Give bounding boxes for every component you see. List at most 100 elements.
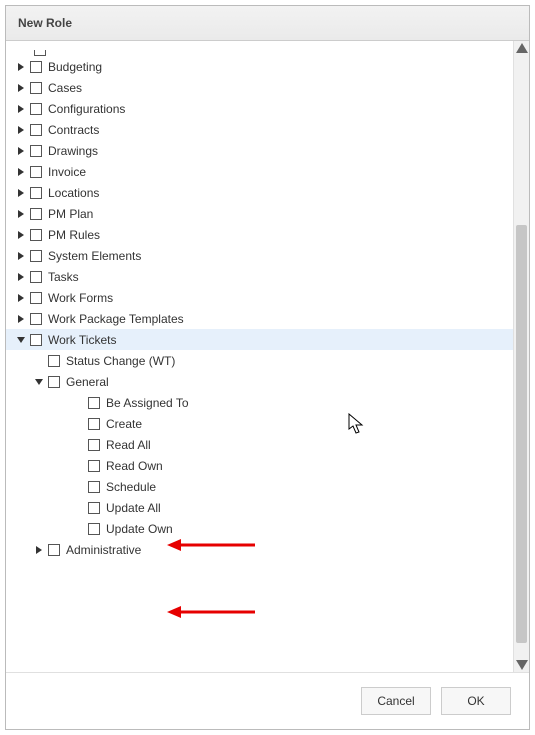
expand-icon[interactable] (16, 104, 26, 114)
tree-item[interactable]: PM Plan (6, 203, 513, 224)
tree-item-label: Update Own (106, 522, 173, 536)
tree-item[interactable]: Contracts (6, 119, 513, 140)
checkbox-icon[interactable] (30, 145, 42, 157)
tree-item-label: Work Package Templates (48, 312, 184, 326)
tree-item-label: System Elements (48, 249, 141, 263)
checkbox-icon[interactable] (30, 208, 42, 220)
checkbox-icon[interactable] (48, 355, 60, 367)
tree-item-label: Invoice (48, 165, 86, 179)
checkbox-icon[interactable] (30, 313, 42, 325)
checkbox-icon[interactable] (48, 544, 60, 556)
checkbox-icon[interactable] (30, 187, 42, 199)
scroll-up-button[interactable] (514, 41, 529, 57)
tree-item[interactable]: Invoice (6, 161, 513, 182)
tree-item[interactable]: Update All (6, 497, 513, 518)
checkbox-icon[interactable] (30, 271, 42, 283)
tree-item[interactable]: PM Rules (6, 224, 513, 245)
expand-icon[interactable] (16, 272, 26, 282)
tree-item[interactable]: Read Own (6, 455, 513, 476)
tree-item-label: Contracts (48, 123, 99, 137)
tree-item-label: Status Change (WT) (66, 354, 175, 368)
tree-item-label: Be Assigned To (106, 396, 189, 410)
tree-item-label: Work Tickets (48, 333, 116, 347)
tree-item[interactable]: Update Own (6, 518, 513, 539)
expand-icon[interactable] (16, 188, 26, 198)
checkbox-icon[interactable] (34, 50, 46, 56)
new-role-dialog: New Role Budgeting Cases Configurations Con… (5, 5, 530, 730)
tree-item[interactable]: Cases (6, 77, 513, 98)
tree-item-label: Locations (48, 186, 99, 200)
tree-item[interactable]: Drawings (6, 140, 513, 161)
tree-item-label: PM Rules (48, 228, 100, 242)
tree-item-label: Cases (48, 81, 82, 95)
cancel-button[interactable]: Cancel (361, 687, 431, 715)
collapse-icon[interactable] (34, 377, 44, 387)
permission-tree: Budgeting Cases Configurations Contracts Dra… (6, 41, 513, 672)
expand-icon[interactable] (16, 83, 26, 93)
expand-icon[interactable] (16, 293, 26, 303)
checkbox-icon[interactable] (30, 103, 42, 115)
checkbox-icon[interactable] (30, 82, 42, 94)
checkbox-icon[interactable] (30, 229, 42, 241)
tree-item-label: Read All (106, 438, 151, 452)
checkbox-icon[interactable] (48, 376, 60, 388)
tree-item-label: Administrative (66, 543, 141, 557)
expand-icon[interactable] (16, 146, 26, 156)
scroll-down-button[interactable] (514, 656, 529, 672)
dialog-footer: Cancel OK (6, 672, 529, 729)
tree-item[interactable]: Schedule (6, 476, 513, 497)
dialog-title: New Role (6, 6, 529, 41)
tree-item-label: Budgeting (48, 60, 102, 74)
tree-item[interactable]: Administrative (6, 539, 513, 560)
tree-item[interactable]: Budgeting (6, 56, 513, 77)
checkbox-icon[interactable] (88, 418, 100, 430)
tree-item-label: PM Plan (48, 207, 93, 221)
tree-item[interactable]: System Elements (6, 245, 513, 266)
tree-item-label: Create (106, 417, 142, 431)
tree-item-partial[interactable] (6, 47, 513, 56)
tree-item-label: Schedule (106, 480, 156, 494)
checkbox-icon[interactable] (88, 460, 100, 472)
ok-button[interactable]: OK (441, 687, 511, 715)
tree-item[interactable]: Status Change (WT) (6, 350, 513, 371)
expand-icon[interactable] (16, 62, 26, 72)
expand-icon[interactable] (16, 167, 26, 177)
tree-item[interactable]: Work Forms (6, 287, 513, 308)
scrollbar-thumb[interactable] (516, 225, 527, 643)
tree-item-label: Configurations (48, 102, 125, 116)
scrollbar[interactable] (513, 41, 529, 672)
tree-item-label: Drawings (48, 144, 98, 158)
expand-icon[interactable] (16, 125, 26, 135)
tree-item[interactable]: General (6, 371, 513, 392)
tree-item[interactable]: Locations (6, 182, 513, 203)
tree-item-label: Update All (106, 501, 161, 515)
tree-item[interactable]: Work Tickets (6, 329, 513, 350)
checkbox-icon[interactable] (88, 397, 100, 409)
tree-item[interactable]: Create (6, 413, 513, 434)
checkbox-icon[interactable] (30, 61, 42, 73)
collapse-icon[interactable] (16, 335, 26, 345)
checkbox-icon[interactable] (88, 523, 100, 535)
expand-icon[interactable] (16, 209, 26, 219)
expand-icon[interactable] (34, 545, 44, 555)
checkbox-icon[interactable] (30, 292, 42, 304)
tree-item[interactable]: Be Assigned To (6, 392, 513, 413)
tree-item[interactable]: Work Package Templates (6, 308, 513, 329)
checkbox-icon[interactable] (88, 502, 100, 514)
permission-tree-container: Budgeting Cases Configurations Contracts Dra… (6, 41, 529, 672)
tree-item[interactable]: Tasks (6, 266, 513, 287)
checkbox-icon[interactable] (88, 481, 100, 493)
tree-item-label: Work Forms (48, 291, 113, 305)
expand-icon[interactable] (16, 251, 26, 261)
checkbox-icon[interactable] (30, 124, 42, 136)
checkbox-icon[interactable] (30, 166, 42, 178)
checkbox-icon[interactable] (30, 334, 42, 346)
checkbox-icon[interactable] (30, 250, 42, 262)
tree-item[interactable]: Configurations (6, 98, 513, 119)
tree-item[interactable]: Read All (6, 434, 513, 455)
tree-item-label: Read Own (106, 459, 163, 473)
expand-icon[interactable] (16, 314, 26, 324)
expand-icon[interactable] (16, 230, 26, 240)
checkbox-icon[interactable] (88, 439, 100, 451)
tree-item-label: Tasks (48, 270, 79, 284)
